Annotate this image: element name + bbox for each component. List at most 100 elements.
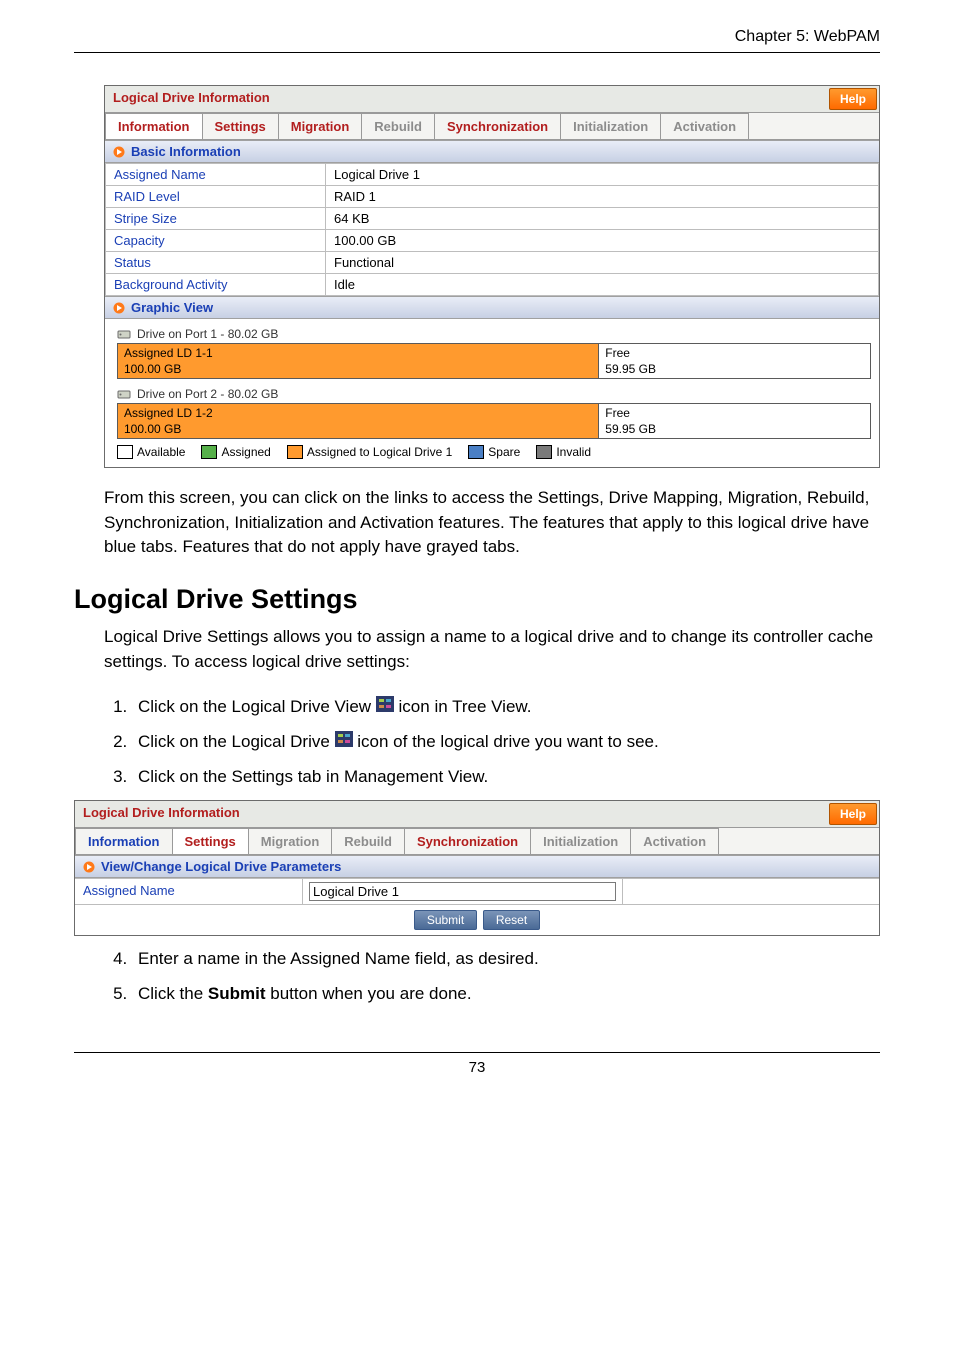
tab-activation[interactable]: Activation: [661, 113, 749, 140]
step-item: Enter a name in the Assigned Name field,…: [132, 944, 880, 975]
step-bold: Submit: [208, 984, 266, 1003]
swatch-assigned-current: [287, 445, 303, 459]
view-change-section: View/Change Logical Drive Parameters: [75, 855, 879, 878]
panel-title: Logical Drive Information: [105, 86, 827, 112]
panel-title: Logical Drive Information: [75, 801, 827, 827]
drive-header: Drive on Port 1 - 80.02 GB: [137, 327, 278, 341]
tab-information[interactable]: Information: [75, 828, 173, 855]
logical-drive-view-icon: [376, 697, 399, 716]
graphic-view-label: Graphic View: [131, 300, 213, 315]
allocation-bar: Assigned LD 1-2 100.00 GB Free 59.95 GB: [117, 403, 871, 439]
tab-migration[interactable]: Migration: [279, 113, 363, 140]
raid-level-label: RAID Level: [106, 186, 326, 208]
legend-spare: Spare: [488, 445, 520, 459]
chapter-header: Chapter 5: WebPAM: [74, 28, 880, 53]
allocation-bar: Assigned LD 1-1 100.00 GB Free 59.95 GB: [117, 343, 871, 379]
assigned-name-label: Assigned Name: [75, 879, 303, 904]
step-item: Click on the Logical Drive View icon in …: [132, 692, 880, 723]
submit-button[interactable]: Submit: [414, 910, 477, 930]
status-value: Functional: [326, 252, 879, 274]
body-paragraph: From this screen, you can click on the l…: [104, 486, 880, 560]
free-size: 59.95 GB: [605, 362, 656, 376]
logical-drive-info-panel: Logical Drive Information Help Informati…: [104, 85, 880, 468]
swatch-invalid: [536, 445, 552, 459]
step-text: icon in Tree View.: [399, 697, 532, 716]
basic-info-section: Basic Information: [105, 140, 879, 163]
bg-activity-label: Background Activity: [106, 274, 326, 296]
free-label: Free: [605, 346, 630, 360]
steps-list: Click on the Logical Drive View icon in …: [104, 692, 880, 792]
basic-info-table: Assigned Name Logical Drive 1 RAID Level…: [105, 163, 879, 296]
help-button[interactable]: Help: [829, 88, 877, 110]
tab-settings[interactable]: Settings: [203, 113, 279, 140]
raid-level-value: RAID 1: [326, 186, 879, 208]
free-label: Free: [605, 406, 630, 420]
free-segment: Free 59.95 GB: [599, 404, 870, 438]
legend-invalid: Invalid: [556, 445, 591, 459]
legend-available: Available: [137, 445, 185, 459]
step-text: button when you are done.: [266, 984, 472, 1003]
logical-drive-settings-panel: Logical Drive Information Help Informati…: [74, 800, 880, 936]
stripe-size-value: 64 KB: [326, 208, 879, 230]
status-label: Status: [106, 252, 326, 274]
body-paragraph: Logical Drive Settings allows you to ass…: [104, 625, 880, 674]
drive-icon: [117, 327, 131, 341]
step-item: Click the Submit button when you are don…: [132, 979, 880, 1010]
assigned-ld-size: 100.00 GB: [124, 422, 181, 436]
help-button[interactable]: Help: [829, 803, 877, 825]
free-size: 59.95 GB: [605, 422, 656, 436]
assigned-segment: Assigned LD 1-2 100.00 GB: [118, 404, 599, 438]
tab-row: Information Settings Migration Rebuild S…: [75, 828, 879, 855]
button-row: Submit Reset: [75, 904, 879, 935]
assigned-ld-size: 100.00 GB: [124, 362, 181, 376]
assigned-name-label: Assigned Name: [106, 164, 326, 186]
view-change-label: View/Change Logical Drive Parameters: [101, 859, 341, 874]
tab-activation[interactable]: Activation: [631, 828, 719, 855]
capacity-label: Capacity: [106, 230, 326, 252]
arrow-icon: [113, 146, 125, 158]
capacity-value: 100.00 GB: [326, 230, 879, 252]
arrow-icon: [83, 861, 95, 873]
drive-row: Drive on Port 2 - 80.02 GB: [113, 383, 871, 403]
basic-info-label: Basic Information: [131, 144, 241, 159]
form-row: Assigned Name: [75, 878, 879, 904]
assigned-ld-label: Assigned LD 1-1: [124, 346, 213, 360]
step-item: Click on the Settings tab in Management …: [132, 762, 880, 793]
assigned-ld-label: Assigned LD 1-2: [124, 406, 213, 420]
logical-drive-icon: [335, 732, 358, 751]
tab-information[interactable]: Information: [105, 113, 203, 140]
tab-rebuild[interactable]: Rebuild: [362, 113, 435, 140]
legend-assigned-current: Assigned to Logical Drive 1: [307, 445, 452, 459]
step-text: icon of the logical drive you want to se…: [357, 732, 658, 751]
steps-list: Enter a name in the Assigned Name field,…: [74, 944, 880, 1009]
tab-settings[interactable]: Settings: [173, 828, 249, 855]
swatch-available: [117, 445, 133, 459]
tab-rebuild[interactable]: Rebuild: [332, 828, 405, 855]
page-number: 73: [74, 1052, 880, 1076]
free-segment: Free 59.95 GB: [599, 344, 870, 378]
graphic-view-section: Graphic View: [105, 296, 879, 319]
swatch-spare: [468, 445, 484, 459]
tab-row: Information Settings Migration Rebuild S…: [105, 113, 879, 140]
step-text: Click on the Logical Drive: [138, 732, 335, 751]
reset-button[interactable]: Reset: [483, 910, 540, 930]
bg-activity-value: Idle: [326, 274, 879, 296]
step-text: Click on the Logical Drive View: [138, 697, 376, 716]
assigned-name-value: Logical Drive 1: [326, 164, 879, 186]
tab-migration[interactable]: Migration: [249, 828, 333, 855]
tab-synchronization[interactable]: Synchronization: [405, 828, 531, 855]
swatch-assigned: [201, 445, 217, 459]
step-text: Click the: [138, 984, 208, 1003]
tab-synchronization[interactable]: Synchronization: [435, 113, 561, 140]
assigned-segment: Assigned LD 1-1 100.00 GB: [118, 344, 599, 378]
arrow-icon: [113, 302, 125, 314]
drive-row: Drive on Port 1 - 80.02 GB: [113, 323, 871, 343]
legend-assigned: Assigned: [221, 445, 270, 459]
step-item: Click on the Logical Drive icon of the l…: [132, 727, 880, 758]
assigned-name-input[interactable]: [309, 882, 616, 901]
legend: Available Assigned Assigned to Logical D…: [117, 445, 871, 459]
stripe-size-label: Stripe Size: [106, 208, 326, 230]
tab-initialization[interactable]: Initialization: [561, 113, 661, 140]
drive-icon: [117, 387, 131, 401]
tab-initialization[interactable]: Initialization: [531, 828, 631, 855]
